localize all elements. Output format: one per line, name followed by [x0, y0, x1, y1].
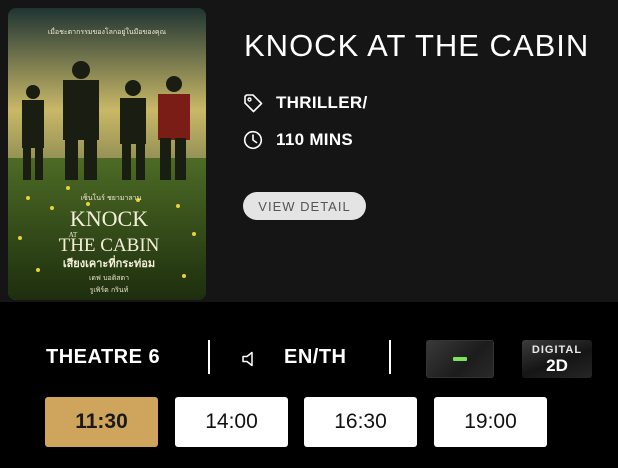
- divider: [389, 340, 391, 374]
- movie-title: KNOCK AT THE CABIN: [244, 28, 590, 63]
- duration-row: 110 MINS: [243, 130, 353, 150]
- genre-row: THRILLER/: [243, 93, 367, 113]
- poster-director: เซ็นโนร์ ชยามาลาน: [81, 193, 142, 202]
- poster-title-line3: THE CABIN: [59, 235, 160, 256]
- audio-language: EN/TH: [284, 346, 347, 368]
- showtime-section: THEATRE 6 EN/TH DIGITAL 2D 11:30 14:00 1…: [0, 302, 618, 468]
- poster-image: เมื่อชะตากรรมของโลกอยู่ในมือของคุณ เซ็นโ…: [8, 8, 206, 300]
- movie-duration: 110 MINS: [276, 130, 354, 149]
- digital-label: DIGITAL: [531, 344, 583, 356]
- tag-icon: [243, 93, 263, 113]
- poster-cast-1: เดฟ บอติสตา: [89, 274, 129, 282]
- showtime-button-4[interactable]: 19:00: [434, 397, 547, 447]
- movie-poster[interactable]: เมื่อชะตากรรมของโลกอยู่ในมือของคุณ เซ็นโ…: [8, 8, 206, 300]
- view-detail-button[interactable]: VIEW DETAIL: [243, 192, 366, 220]
- digital-2d-badge: DIGITAL 2D: [522, 340, 592, 378]
- movie-card: เมื่อชะตากรรมของโลกอยู่ในมือของคุณ เซ็นโ…: [0, 0, 618, 302]
- dimension-label: 2D: [546, 356, 568, 375]
- divider: [208, 340, 210, 374]
- format-indicator: [453, 357, 467, 361]
- showtime-button-2[interactable]: 14:00: [175, 397, 288, 447]
- theatre-name: THEATRE 6: [46, 346, 161, 368]
- poster-title-line1: KNOCK: [70, 206, 148, 231]
- poster-cast-2: รูเพิร์ต กรินท์: [90, 286, 129, 294]
- poster-tagline: เมื่อชะตากรรมของโลกอยู่ในมือของคุณ: [48, 27, 167, 36]
- clock-icon: [243, 130, 263, 150]
- showtime-button-3[interactable]: 16:30: [304, 397, 417, 447]
- poster-thai-title: เสียงเคาะที่กระท่อม: [63, 255, 155, 270]
- speaker-icon: [240, 349, 260, 374]
- showtime-button-1[interactable]: 11:30: [45, 397, 158, 447]
- movie-genre: THRILLER/: [276, 93, 368, 112]
- format-badge: [426, 340, 494, 378]
